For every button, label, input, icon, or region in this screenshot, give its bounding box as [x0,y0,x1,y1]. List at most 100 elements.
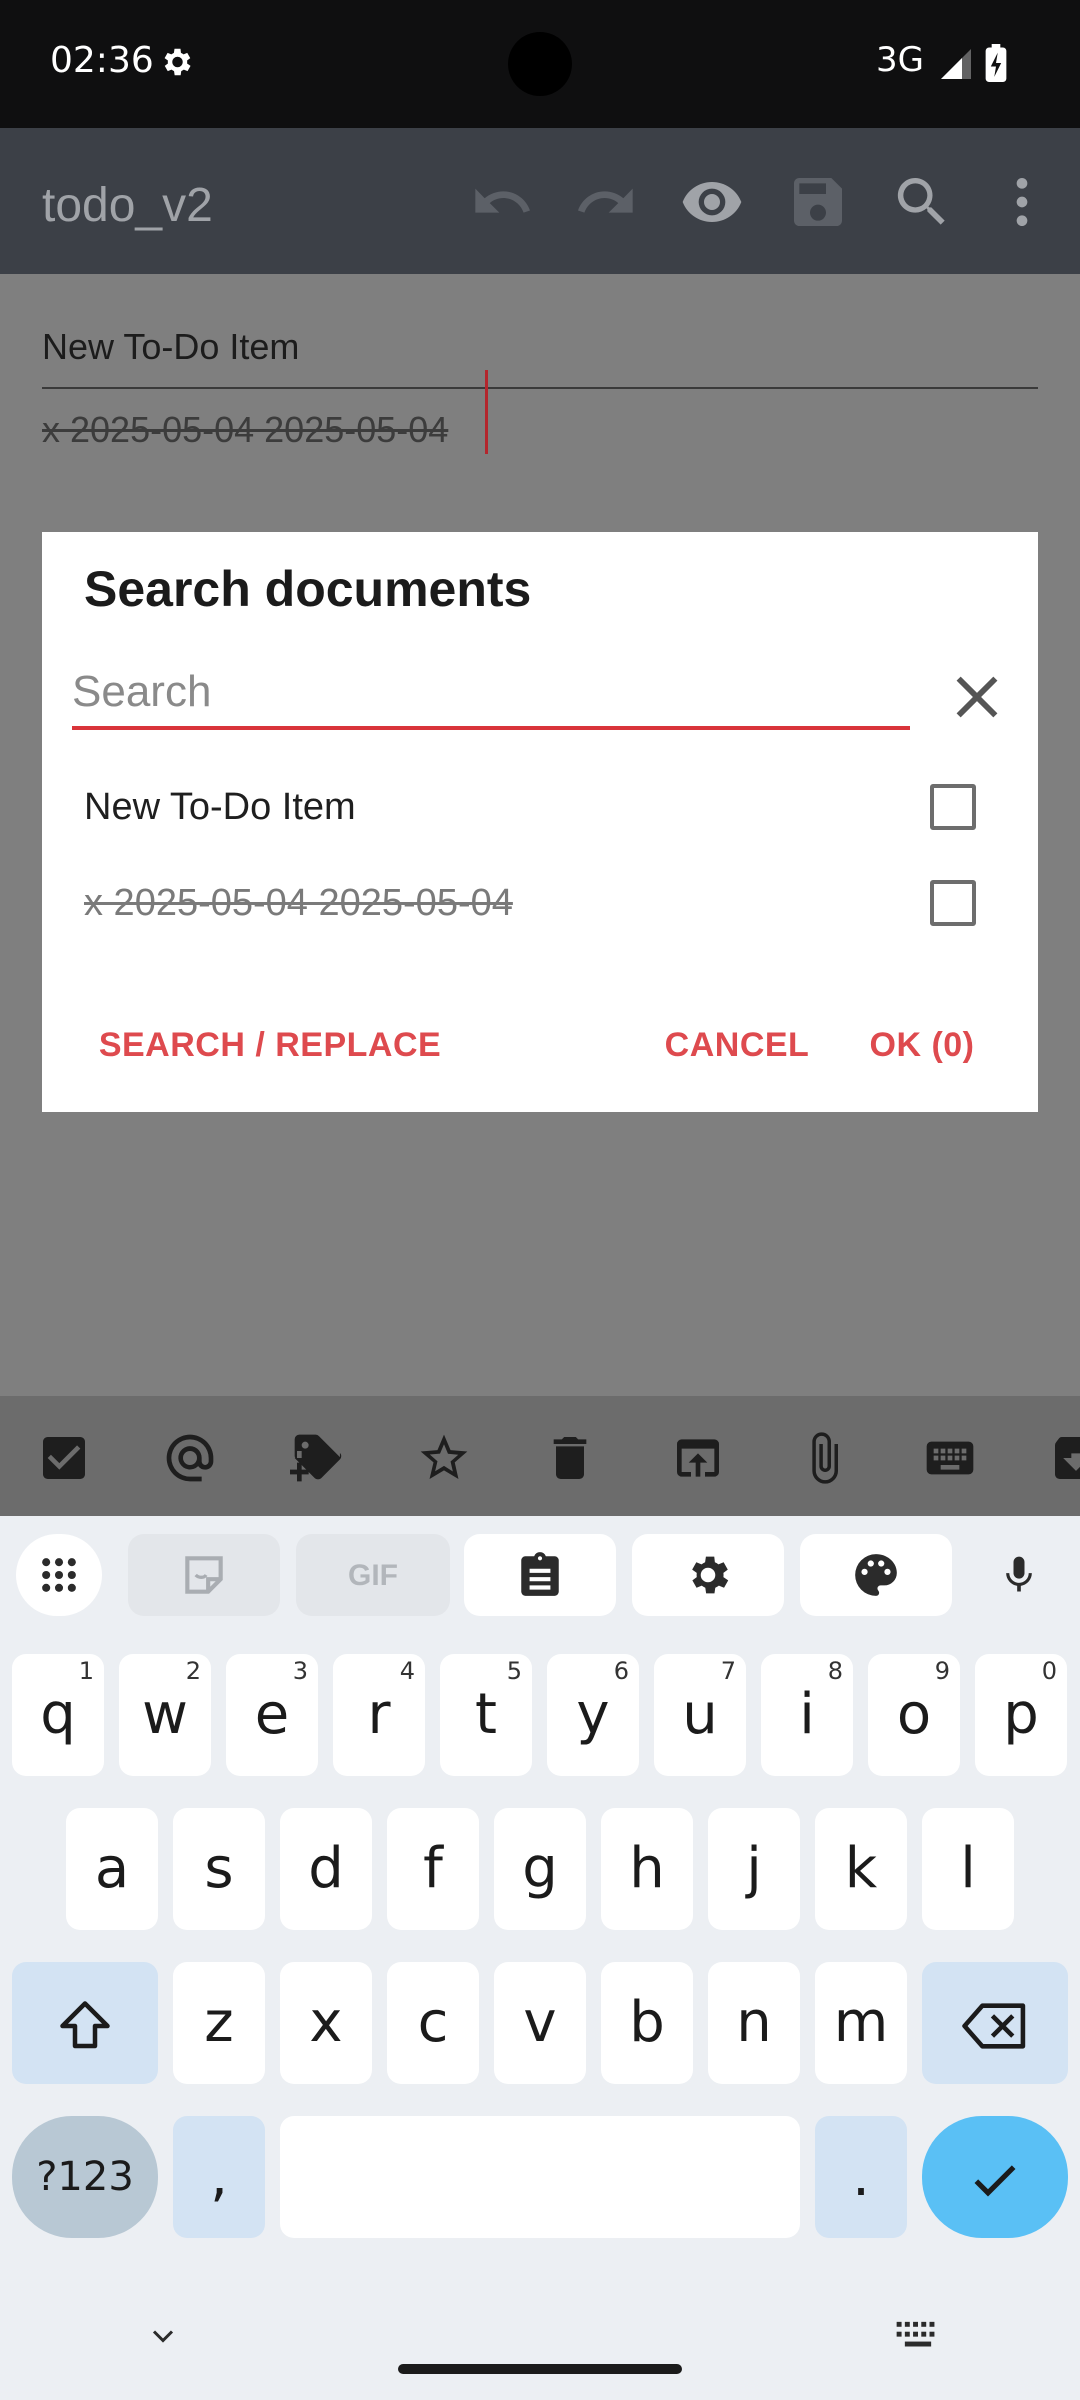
key-hint: 6 [613,1657,629,1685]
camera-cutout [508,32,572,96]
key-label: t [475,1682,497,1747]
key-hint: 3 [292,1657,308,1685]
key-n[interactable]: n [708,1962,800,2084]
status-bar: 02:36 3G [0,0,1080,128]
hide-keyboard-chevron-icon[interactable] [145,2318,181,2354]
search-input[interactable] [72,654,910,730]
settings-gear-icon [164,48,191,76]
microphone-icon [1006,1556,1032,1592]
status-time: 02:36 [50,40,154,81]
home-gesture-bar[interactable] [398,2364,682,2374]
save-icon[interactable] [786,170,850,234]
key-a[interactable]: a [66,1808,158,1930]
list-item[interactable]: New To-Do Item [42,760,1038,856]
key-label: w [142,1682,188,1747]
battery-charging-icon [985,44,1007,82]
keyboard-icon[interactable] [922,1430,978,1486]
key-t[interactable]: t5 [440,1654,532,1776]
ok-button[interactable]: OK (0) [838,974,1006,1116]
clipboard-button[interactable] [464,1534,616,1616]
checkbox-toggle-icon[interactable] [36,1430,92,1486]
search-replace-button[interactable]: SEARCH / REPLACE [74,974,466,1116]
list-item-checkbox[interactable] [930,784,976,830]
key-hint: 0 [1041,1657,1057,1685]
list-item-label: New To-Do Item [84,786,356,828]
bottom-toolbar [0,1396,1080,1516]
key-b[interactable]: b [601,1962,693,2084]
key-w[interactable]: w2 [119,1654,211,1776]
key-label: p [1003,1682,1039,1747]
palette-icon [855,1554,897,1596]
at-mention-icon[interactable] [162,1430,218,1486]
enter-key[interactable] [922,2116,1068,2238]
signal-icon [941,49,971,79]
list-item-label: x 2025-05-04 2025-05-04 [84,882,513,924]
text-cursor [485,370,488,454]
key-x[interactable]: x [280,1962,372,2084]
divider [42,387,1038,389]
space-key[interactable] [280,2116,800,2238]
key-k[interactable]: k [815,1808,907,1930]
shift-key[interactable] [12,1962,158,2084]
sticker-button[interactable] [128,1534,280,1616]
key-m[interactable]: m [815,1962,907,2084]
settings-icon [692,1556,729,1594]
key-label: i [799,1682,815,1747]
backspace-icon [962,2003,1026,2049]
list-item-checkbox[interactable] [930,880,976,926]
key-u[interactable]: u7 [654,1654,746,1776]
apps-grid-button[interactable] [16,1534,102,1616]
theme-button[interactable] [800,1534,952,1616]
key-hint: 7 [720,1657,736,1685]
star-icon[interactable] [416,1430,472,1486]
search-underline [72,726,910,730]
key-label: e [254,1682,290,1747]
preview-eye-icon[interactable] [680,170,744,234]
key-f[interactable]: f [387,1808,479,1930]
checkmark-icon [974,2165,1016,2197]
search-icon[interactable] [890,170,954,234]
key-e[interactable]: e3 [226,1654,318,1776]
open-in-browser-icon[interactable] [670,1430,726,1486]
key-g[interactable]: g [494,1808,586,1930]
key-r[interactable]: r4 [333,1654,425,1776]
key-o[interactable]: o9 [868,1654,960,1776]
key-z[interactable]: z [173,1962,265,2084]
clear-search-icon[interactable] [942,662,1012,732]
backspace-key[interactable] [922,1962,1068,2084]
network-type: 3G [876,40,924,80]
key-s[interactable]: s [173,1808,265,1930]
key-label: o [896,1682,932,1747]
more-options-icon[interactable] [990,170,1054,234]
key-v[interactable]: v [494,1962,586,2084]
key-i[interactable]: i8 [761,1654,853,1776]
key-q[interactable]: q1 [12,1654,104,1776]
search-documents-dialog: Search documents New To-Do Item x 2025-0… [42,532,1038,1112]
cancel-button[interactable]: CANCEL [636,974,838,1116]
document-first-line: New To-Do Item [42,326,300,367]
period-key[interactable]: . [815,2116,907,2238]
list-item[interactable]: x 2025-05-04 2025-05-04 [42,856,1038,952]
keyboard-settings-button[interactable] [632,1534,784,1616]
delete-icon[interactable] [542,1430,598,1486]
key-h[interactable]: h [601,1808,693,1930]
archive-icon[interactable] [1048,1430,1080,1486]
keyboard-switch-icon[interactable] [895,2318,941,2352]
key-p[interactable]: p0 [975,1654,1067,1776]
key-l[interactable]: l [922,1808,1014,1930]
key-y[interactable]: y6 [547,1654,639,1776]
gif-button[interactable]: GIF [296,1534,450,1616]
key-c[interactable]: c [387,1962,479,2084]
key-label: q [40,1682,76,1747]
redo-icon[interactable] [574,170,638,234]
dialog-title: Search documents [84,561,532,617]
comma-key[interactable]: , [173,2116,265,2238]
attachment-icon[interactable] [796,1430,852,1486]
key-hint: 1 [78,1657,94,1685]
add-tag-icon[interactable] [290,1430,346,1486]
symbols-key[interactable]: ?123 [12,2116,158,2238]
undo-icon[interactable] [470,170,534,234]
voice-input-button[interactable] [976,1534,1062,1616]
key-d[interactable]: d [280,1808,372,1930]
key-j[interactable]: j [708,1808,800,1930]
